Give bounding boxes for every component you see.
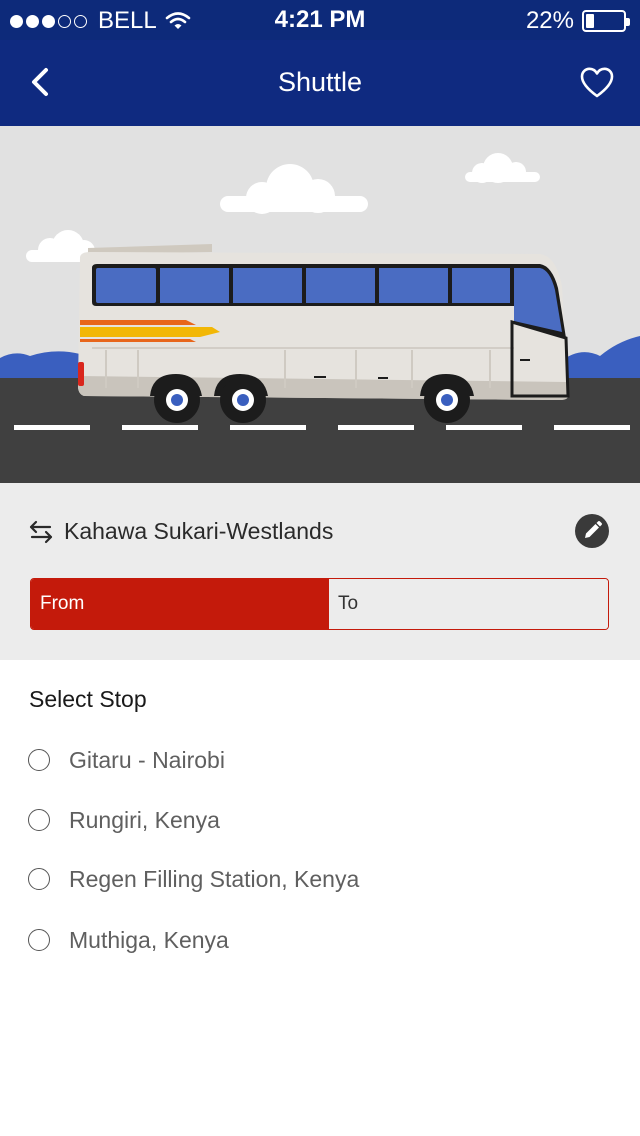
edit-route-button[interactable] xyxy=(575,514,609,548)
status-bar: BELL 4:21 PM 22% xyxy=(0,0,640,40)
radio-button[interactable] xyxy=(28,929,50,951)
battery-icon xyxy=(582,10,630,32)
status-right: 22% xyxy=(525,7,630,35)
page-title: Shuttle xyxy=(277,67,363,97)
stop-list: Select Stop Gitaru - Nairobi Rungiri, Ke… xyxy=(0,660,640,1136)
pencil-icon xyxy=(585,521,602,538)
tab-from[interactable]: From xyxy=(31,579,329,629)
tab-from-label: From xyxy=(40,593,85,614)
battery-percent: 22% xyxy=(525,7,574,34)
cloud-icon xyxy=(26,153,540,262)
list-item[interactable]: Muthiga, Kenya xyxy=(28,920,608,960)
radio-button[interactable] xyxy=(28,749,50,771)
stop-label: Muthiga, Kenya xyxy=(69,926,229,953)
stop-label: Rungiri, Kenya xyxy=(69,806,220,833)
nav-bar: Shuttle xyxy=(0,40,640,126)
bus-scene xyxy=(0,153,640,483)
route-panel: Kahawa Sukari-Westlands From To xyxy=(0,483,640,660)
list-item[interactable]: Rungiri, Kenya xyxy=(28,800,608,840)
swap-arrows-icon xyxy=(29,520,53,544)
heart-icon[interactable] xyxy=(580,66,614,100)
tab-to[interactable]: To xyxy=(329,579,608,629)
from-to-toggle: From To xyxy=(30,578,609,630)
list-item[interactable]: Gitaru - Nairobi xyxy=(28,740,608,780)
route-name: Kahawa Sukari-Westlands xyxy=(64,518,334,544)
stop-label: Gitaru - Nairobi xyxy=(69,746,225,773)
radio-button[interactable] xyxy=(28,868,50,890)
stop-label: Regen Filling Station, Kenya xyxy=(69,865,360,892)
radio-button[interactable] xyxy=(28,809,50,831)
list-item[interactable]: Regen Filling Station, Kenya xyxy=(28,859,608,899)
tab-to-label: To xyxy=(338,593,359,614)
select-stop-heading: Select Stop xyxy=(29,686,147,712)
bus-illustration xyxy=(0,126,640,483)
